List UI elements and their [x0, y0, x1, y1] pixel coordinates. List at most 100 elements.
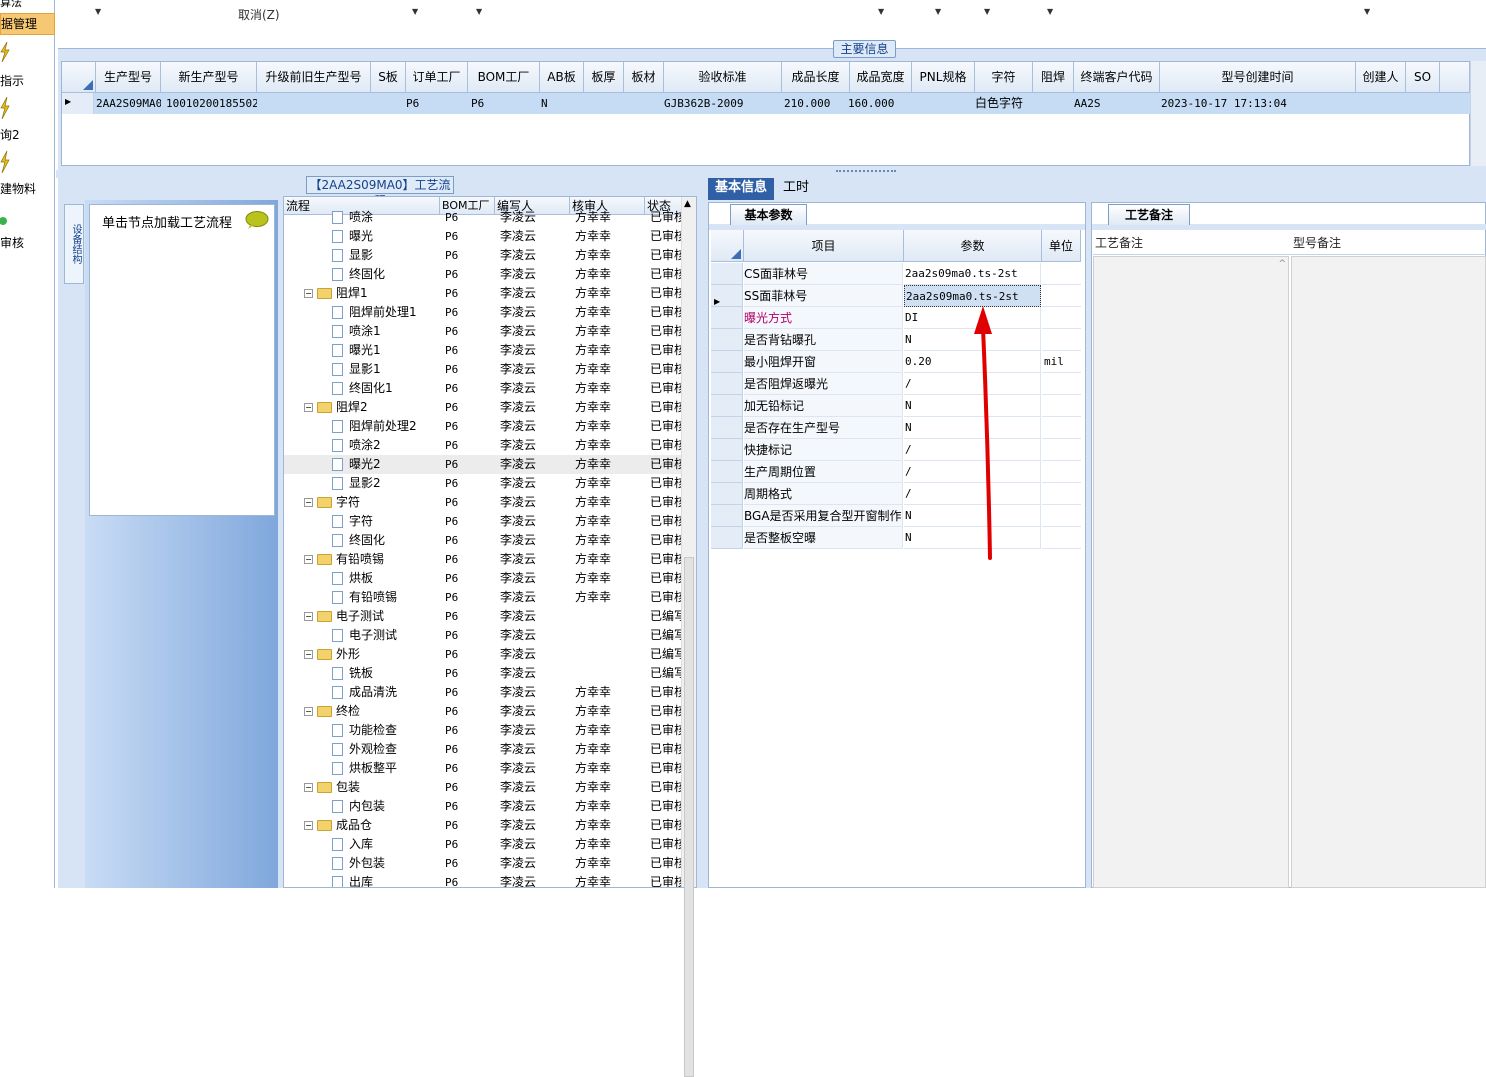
basic-params-tab[interactable]: 基本参数 — [730, 204, 807, 225]
tree-row[interactable]: 阻焊前处理1 P6 李凌云 方幸幸 已审核 — [284, 303, 682, 322]
scroll-up-icon[interactable]: ▲ — [684, 199, 691, 209]
splitter-grip[interactable] — [836, 170, 896, 174]
tree-row[interactable]: 字符 P6 李凌云 方幸幸 已审核 — [284, 512, 682, 531]
tree-row[interactable]: 喷涂1 P6 李凌云 方幸幸 已审核 — [284, 322, 682, 341]
tree-node-name[interactable]: 显影2 — [332, 474, 440, 493]
tree-node-name[interactable]: 终固化 — [332, 265, 440, 284]
col-header[interactable]: 板材 — [624, 62, 664, 93]
param-row[interactable]: 加无铅标记 N — [711, 395, 1081, 417]
tree-node-name[interactable]: − 阻焊1 — [304, 284, 440, 303]
chevron-down-icon[interactable]: ▼ — [1047, 7, 1053, 16]
process-note-textarea[interactable]: ^ — [1093, 256, 1289, 888]
tree-node-name[interactable]: 显影1 — [332, 360, 440, 379]
tree-row[interactable]: 烘板整平 P6 李凌云 方幸幸 已审核 — [284, 759, 682, 778]
tree-node-name[interactable]: 喷涂 — [332, 208, 440, 227]
tree-node-name[interactable]: − 成品仓 — [304, 816, 440, 835]
collapse-icon[interactable]: − — [304, 783, 313, 792]
tree-row[interactable]: 终固化 P6 李凌云 方幸幸 已审核 — [284, 265, 682, 284]
tree-row[interactable]: 有铅喷锡 P6 李凌云 方幸幸 已审核 — [284, 588, 682, 607]
col-header[interactable]: BOM工厂 — [468, 62, 540, 93]
tree-node-name[interactable]: 入库 — [332, 835, 440, 854]
tree-row[interactable]: − 终检 P6 李凌云 方幸幸 已审核 — [284, 702, 682, 721]
tree-node-name[interactable]: 喷涂2 — [332, 436, 440, 455]
chevron-down-icon[interactable]: ▼ — [878, 7, 884, 16]
tree-node-name[interactable]: 铣板 — [332, 664, 440, 683]
col-header[interactable]: 字符 — [975, 62, 1033, 93]
tree-row[interactable]: 出库 P6 李凌云 方幸幸 已审核 — [284, 873, 682, 887]
col-header[interactable]: 成品宽度 — [850, 62, 912, 93]
tree-node-name[interactable]: 显影 — [332, 246, 440, 265]
tree-row[interactable]: 入库 P6 李凌云 方幸幸 已审核 — [284, 835, 682, 854]
tree-node-name[interactable]: 喷涂1 — [332, 322, 440, 341]
param-row[interactable]: 最小阻焊开窗 0.20 mil — [711, 351, 1081, 373]
col-header[interactable]: 生产型号 — [96, 62, 161, 93]
tree-node-name[interactable]: 曝光 — [332, 227, 440, 246]
nav-item-instruction[interactable]: 指示 — [0, 72, 55, 88]
col-header[interactable]: SO — [1406, 62, 1440, 93]
tree-node-name[interactable]: − 包装 — [304, 778, 440, 797]
param-row[interactable]: 生产周期位置 / — [711, 461, 1081, 483]
collapse-icon[interactable]: − — [304, 707, 313, 716]
param-row[interactable]: ▶ SS面菲林号 2aa2s09ma0.ts-2st — [711, 285, 1081, 307]
col-header[interactable]: 板厚 — [584, 62, 624, 93]
collapse-icon[interactable]: − — [304, 650, 313, 659]
col-header[interactable]: 项目 — [744, 230, 904, 262]
cancel-button[interactable]: 取消(Z) — [238, 6, 280, 23]
tree-row[interactable]: 外包装 P6 李凌云 方幸幸 已审核 — [284, 854, 682, 873]
col-header[interactable]: 参数 — [904, 230, 1042, 262]
tree-row[interactable]: − 电子测试 P6 李凌云 已编写 — [284, 607, 682, 626]
tree-row[interactable]: − 字符 P6 李凌云 方幸幸 已审核 — [284, 493, 682, 512]
nav-item-query2[interactable]: 询2 — [0, 126, 55, 142]
param-row[interactable]: BGA是否采用复合型开窗制作 N — [711, 505, 1081, 527]
tree-row[interactable]: − 阻焊1 P6 李凌云 方幸幸 已审核 — [284, 284, 682, 303]
tree-row[interactable]: 成品清洗 P6 李凌云 方幸幸 已审核 — [284, 683, 682, 702]
nav-item-create-material[interactable]: 建物料 — [0, 180, 55, 196]
tree-row[interactable]: 烘板 P6 李凌云 方幸幸 已审核 — [284, 569, 682, 588]
tree-row[interactable]: 内包装 P6 李凌云 方幸幸 已审核 — [284, 797, 682, 816]
tree-row[interactable]: 曝光1 P6 李凌云 方幸幸 已审核 — [284, 341, 682, 360]
param-row[interactable]: CS面菲林号 2aa2s09ma0.ts-2st — [711, 263, 1081, 285]
notes-tab[interactable]: 工艺备注 — [1108, 204, 1190, 225]
tree-node-name[interactable]: 字符 — [332, 512, 440, 531]
nav-item-data-management[interactable]: 据管理 — [0, 13, 55, 35]
collapse-icon[interactable]: − — [304, 555, 313, 564]
tree-node-name[interactable]: 外包装 — [332, 854, 440, 873]
tree-row[interactable]: − 包装 P6 李凌云 方幸幸 已审核 — [284, 778, 682, 797]
param-row[interactable]: 是否阻焊返曝光 / — [711, 373, 1081, 395]
chevron-down-icon[interactable]: ▼ — [95, 7, 101, 16]
collapse-icon[interactable]: − — [304, 289, 313, 298]
tree-row[interactable]: 喷涂2 P6 李凌云 方幸幸 已审核 — [284, 436, 682, 455]
chevron-down-icon[interactable]: ▼ — [1364, 7, 1370, 16]
tree-row[interactable]: 显影1 P6 李凌云 方幸幸 已审核 — [284, 360, 682, 379]
tree-row[interactable]: 显影2 P6 李凌云 方幸幸 已审核 — [284, 474, 682, 493]
collapse-icon[interactable]: − — [304, 821, 313, 830]
col-header[interactable]: 新生产型号 — [161, 62, 257, 93]
tree-node-name[interactable]: 有铅喷锡 — [332, 588, 440, 607]
tree-node-name[interactable]: − 阻焊2 — [304, 398, 440, 417]
tree-node-name[interactable]: 终固化 — [332, 531, 440, 550]
col-header[interactable]: 验收标准 — [664, 62, 782, 93]
col-header[interactable]: 升级前旧生产型号 — [257, 62, 371, 93]
tree-row[interactable]: − 有铅喷锡 P6 李凌云 方幸幸 已审核 — [284, 550, 682, 569]
param-row[interactable]: 周期格式 / — [711, 483, 1081, 505]
tree-node-name[interactable]: 阻焊前处理1 — [332, 303, 440, 322]
main-grid-scrollbar[interactable] — [1470, 61, 1486, 166]
col-header[interactable]: 订单工厂 — [406, 62, 468, 93]
collapse-icon[interactable]: − — [304, 403, 313, 412]
tree-row[interactable]: 曝光 P6 李凌云 方幸幸 已审核 — [284, 227, 682, 246]
tree-row[interactable]: 曝光2 P6 李凌云 方幸幸 已审核 — [284, 455, 682, 474]
tree-node-name[interactable]: 阻焊前处理2 — [332, 417, 440, 436]
chevron-down-icon[interactable]: ▼ — [935, 7, 941, 16]
col-header[interactable]: 单位 — [1042, 230, 1081, 262]
col-header[interactable]: 成品长度 — [782, 62, 850, 93]
tree-row[interactable]: − 阻焊2 P6 李凌云 方幸幸 已审核 — [284, 398, 682, 417]
tree-node-name[interactable]: 曝光1 — [332, 341, 440, 360]
collapse-icon[interactable]: − — [304, 498, 313, 507]
tree-node-name[interactable]: − 字符 — [304, 493, 440, 512]
tree-row[interactable]: 功能检查 P6 李凌云 方幸幸 已审核 — [284, 721, 682, 740]
tree-node-name[interactable]: − 终检 — [304, 702, 440, 721]
tab-work-hours[interactable]: 工时 — [778, 178, 814, 200]
col-header[interactable]: PNL规格 — [912, 62, 975, 93]
process-tab[interactable]: 【2AA2S09MA0】工艺流程 — [306, 176, 454, 208]
tree-row[interactable]: 显影 P6 李凌云 方幸幸 已审核 — [284, 246, 682, 265]
